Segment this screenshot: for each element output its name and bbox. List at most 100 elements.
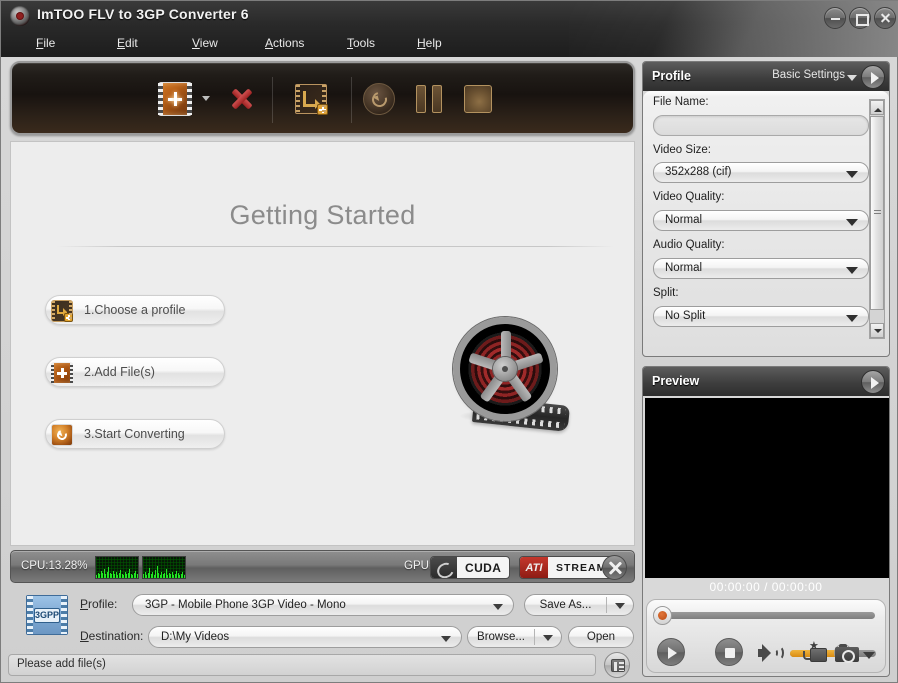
minimize-button[interactable] [824, 7, 846, 29]
stop-button[interactable] [464, 85, 492, 113]
save-as-button[interactable]: Save As... [524, 594, 634, 616]
menu-actions-rest: ctions [273, 36, 304, 50]
chevron-down-icon [615, 603, 625, 609]
scroll-up-arrow-icon[interactable] [870, 100, 884, 115]
task-list-icon[interactable] [604, 652, 630, 678]
preview-controls: ★ [646, 599, 886, 673]
menu-actions[interactable]: Actions [259, 34, 310, 52]
cpu-graph-bar [96, 575, 97, 578]
settings-mode-label[interactable]: Basic Settings [772, 69, 845, 81]
open-button[interactable]: Open [568, 626, 634, 648]
seek-knob[interactable] [653, 606, 672, 625]
video-size-combo[interactable]: 352x288 (cif) [653, 162, 869, 183]
cpu-graph-bar [116, 572, 117, 578]
preview-panel-expand-button[interactable] [861, 370, 885, 394]
cpu-graph-bar [134, 573, 135, 578]
step-choose-profile[interactable]: 1.Choose a profile [45, 295, 225, 325]
cpu-graph-core-1 [95, 556, 139, 579]
step-add-files[interactable]: 2.Add File(s) [45, 357, 225, 387]
preview-seek-slider[interactable] [659, 612, 875, 619]
cpu-graph-bar [149, 568, 150, 578]
split-combo[interactable]: No Split [653, 306, 869, 327]
profile-panel-expand-button[interactable] [861, 65, 885, 89]
caret-down-icon[interactable] [863, 652, 875, 659]
pause-icon [416, 85, 442, 113]
cpu-graph-bar [175, 574, 176, 578]
audio-quality-combo[interactable]: Normal [653, 258, 869, 279]
audio-quality-value: Normal [665, 262, 702, 274]
video-quality-value: Normal [665, 214, 702, 226]
menu-help[interactable]: Help [411, 34, 448, 52]
cpu-graph-bar [128, 573, 129, 578]
status-bar: Please add file(s) [8, 654, 596, 676]
cpu-graph-bar [135, 571, 136, 578]
preview-stop-button[interactable] [715, 638, 743, 666]
ati-stream-badge[interactable]: ATI STREAM [519, 556, 615, 579]
toolbar-separator-1 [272, 77, 273, 123]
browse-button[interactable]: Browse... [467, 626, 562, 648]
speaker-icon[interactable] [758, 644, 782, 662]
step-start-converting-label: 3.Start Converting [84, 427, 185, 441]
cpu-graph-bar [104, 569, 105, 578]
cpu-graph-bar [169, 573, 170, 578]
profile-scrollbar[interactable] [869, 99, 885, 339]
menu-file[interactable]: File [30, 34, 61, 52]
menu-tools[interactable]: Tools [341, 34, 381, 52]
profile-label: Profile: [80, 597, 117, 611]
profile-combo[interactable]: 3GP - Mobile Phone 3GP Video - Mono [132, 594, 514, 616]
preview-panel-title: Preview [652, 374, 699, 388]
cpu-graph-bar [126, 574, 127, 578]
close-button[interactable] [874, 7, 896, 29]
cpu-graph-bar [152, 572, 153, 578]
cpu-graph-bar [143, 574, 144, 578]
menu-tools-rest: ools [353, 36, 375, 50]
pause-button[interactable] [416, 85, 442, 113]
preview-panel: Preview 00:00:00 / 00:00:00 ★ [642, 366, 890, 677]
effects-icon[interactable]: ★ [803, 642, 829, 664]
add-file-dropdown[interactable] [202, 96, 210, 101]
preview-panel-header: Preview [643, 367, 889, 396]
menu-help-rest: elp [426, 36, 442, 50]
chevron-down-icon [846, 315, 858, 322]
gpu-settings-icon[interactable] [602, 555, 627, 580]
output-settings-bar: 3GPP Profile: 3GP - Mobile Phone 3GP Vid… [10, 589, 635, 645]
scrollbar-thumb[interactable] [870, 116, 884, 310]
maximize-button[interactable] [849, 7, 871, 29]
title-divider [57, 246, 614, 247]
cpu-graph-bar [178, 573, 179, 578]
cuda-badge[interactable]: CUDA [430, 556, 510, 579]
camera-icon[interactable] [835, 644, 859, 662]
add-file-button[interactable] [158, 82, 192, 116]
add-file-icon [51, 362, 73, 384]
toolbar-separator-2 [351, 77, 352, 123]
step-start-converting[interactable]: 3.Start Converting [45, 419, 225, 449]
cpu-graph-bar [155, 570, 156, 578]
remove-file-button[interactable] [229, 86, 255, 112]
menu-edit[interactable]: Edit [111, 34, 144, 52]
scroll-down-arrow-icon[interactable] [870, 323, 884, 338]
profile-fields: File Name: Video Size: 352x288 (cif) Vid… [643, 91, 889, 356]
cpu-graph-bar [145, 572, 146, 578]
cpu-graph-bar [108, 567, 109, 578]
destination-combo[interactable]: D:\My Videos [148, 626, 462, 648]
application-window: ImTOO FLV to 3GP Converter 6 File Edit V… [0, 0, 898, 683]
ati-logo-icon: ATI [520, 557, 548, 578]
cpu-graph-bar [182, 572, 183, 578]
nvidia-eye-icon [431, 557, 457, 578]
chevron-down-icon[interactable] [847, 75, 857, 81]
preview-play-button[interactable] [657, 638, 685, 666]
cpu-graph-bar [184, 575, 185, 578]
profile-panel-header: Profile Basic Settings [643, 62, 889, 91]
convert-button[interactable] [363, 83, 395, 115]
file-name-input[interactable] [653, 115, 869, 136]
preview-video-area[interactable] [645, 398, 889, 578]
cpu-usage-label: CPU:13.28% [21, 560, 87, 572]
profile-value: 3GP - Mobile Phone 3GP Video - Mono [145, 599, 346, 611]
menu-view[interactable]: View [186, 34, 224, 52]
audio-quality-label: Audio Quality: [653, 239, 725, 251]
cpu-graph-bar [161, 572, 162, 578]
video-quality-combo[interactable]: Normal [653, 210, 869, 231]
add-profile-button[interactable] [295, 84, 327, 114]
menu-file-rest: ile [43, 36, 55, 50]
page-title: Getting Started [11, 200, 634, 231]
